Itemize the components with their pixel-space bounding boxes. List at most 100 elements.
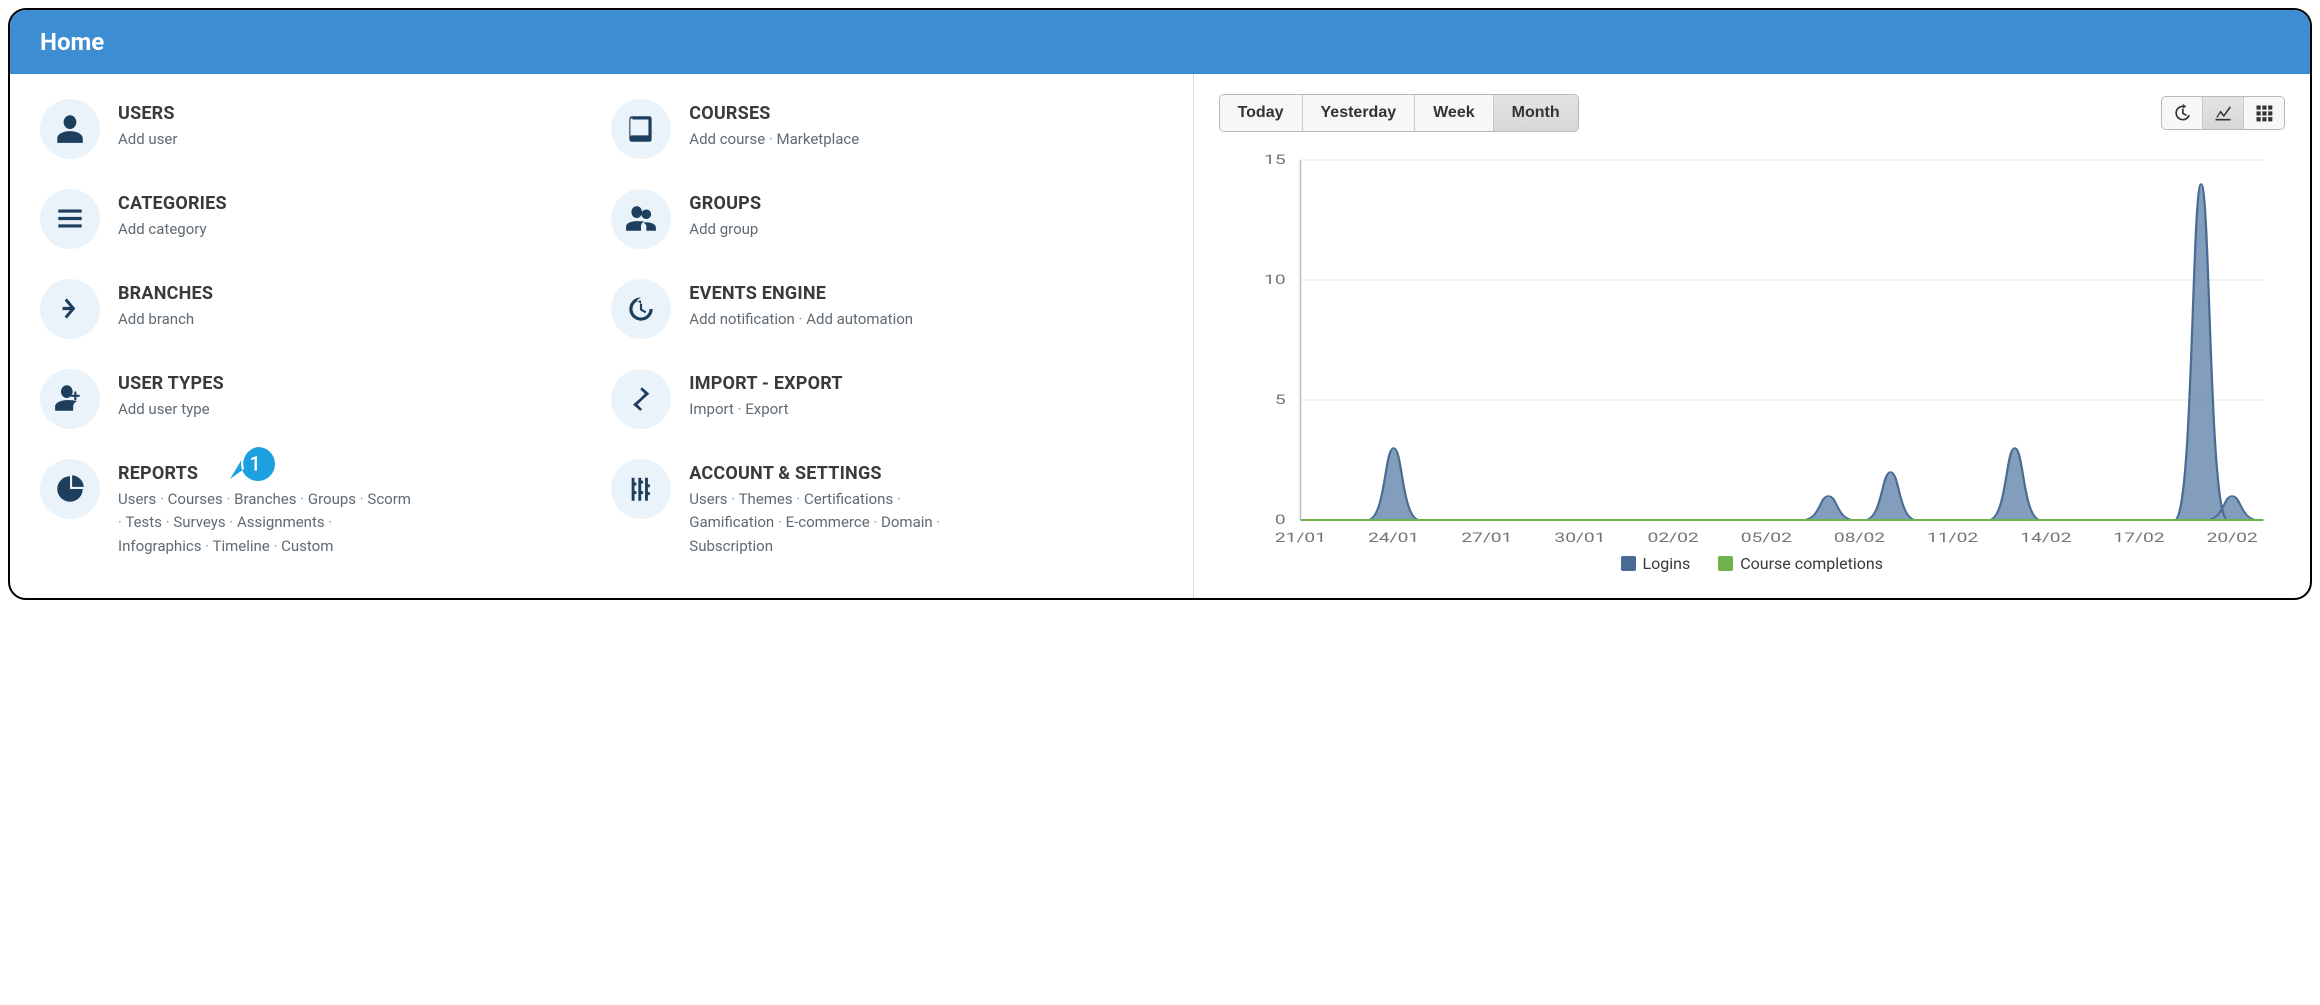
account-icon[interactable] [611,459,671,519]
reports-icon[interactable] [40,459,100,519]
link-reports-3[interactable]: Groups [308,490,356,508]
swatch-completions [1718,556,1733,571]
view-grid-button[interactable] [2244,97,2284,129]
tile-categories: CATEGORIES Add category [40,189,591,249]
svg-text:21/01: 21/01 [1274,531,1325,546]
range-today[interactable]: Today [1220,95,1303,131]
tile-title-events[interactable]: EVENTS ENGINE [689,283,913,304]
legend-label-completions: Course completions [1740,554,1883,573]
tile-links-reports: Users · Courses · Branches · Groups · Sc… [118,488,418,558]
link-reports-4[interactable]: Scorm [367,490,411,508]
link-usertypes-0[interactable]: Add user type [118,400,210,418]
link-events-0[interactable]: Add notification [689,310,795,328]
tile-title-courses[interactable]: COURSES [689,103,859,124]
tile-usertypes: USER TYPES Add user type [40,369,591,429]
range-yesterday[interactable]: Yesterday [1303,95,1416,131]
branches-icon[interactable] [40,279,100,339]
badge-value: 1 [249,452,260,476]
svg-text:14/02: 14/02 [2020,531,2071,546]
link-reports-0[interactable]: Users [118,490,156,508]
tile-title-categories[interactable]: CATEGORIES [118,193,227,214]
link-account-4[interactable]: E-commerce [786,513,870,531]
chart-legend: Logins Course completions [1219,554,2285,573]
svg-text:11/02: 11/02 [1927,531,1978,546]
link-reports-5[interactable]: Tests [125,513,162,531]
usertypes-icon[interactable] [40,369,100,429]
tile-title-importexport[interactable]: IMPORT - EXPORT [689,373,843,394]
link-reports-1[interactable]: Courses [168,490,223,508]
link-groups-0[interactable]: Add group [689,220,758,238]
tile-importexport: IMPORT - EXPORT Import · Export [611,369,1162,429]
link-reports-9[interactable]: Timeline [213,537,270,555]
tile-links-users: Add user [118,128,177,151]
link-account-1[interactable]: Themes [739,490,793,508]
events-icon[interactable] [611,279,671,339]
link-branches-0[interactable]: Add branch [118,310,194,328]
tile-title-branches[interactable]: BRANCHES [118,283,213,304]
tile-links-categories: Add category [118,218,227,241]
link-account-3[interactable]: Gamification [689,513,774,531]
groups-icon[interactable] [611,189,671,249]
view-chart-button[interactable] [2203,97,2244,129]
svg-text:5: 5 [1274,393,1285,408]
tile-links-branches: Add branch [118,308,213,331]
link-reports-10[interactable]: Custom [281,537,333,555]
chart-column: TodayYesterdayWeekMonth 05101521/0124/01… [1194,74,2310,598]
importexport-icon[interactable] [611,369,671,429]
range-week[interactable]: Week [1415,95,1494,131]
tile-reports: REPORTSUsers · Courses · Branches · Grou… [40,459,591,558]
svg-text:05/02: 05/02 [1740,531,1791,546]
link-importexport-0[interactable]: Import [689,400,734,418]
link-reports-2[interactable]: Branches [234,490,296,508]
tile-links-account: Users · Themes · Certifications · Gamifi… [689,488,989,558]
link-reports-8[interactable]: Infographics [118,537,201,555]
link-courses-1[interactable]: Marketplace [777,130,860,148]
users-icon[interactable] [40,99,100,159]
tile-title-account[interactable]: ACCOUNT & SETTINGS [689,463,989,484]
link-account-2[interactable]: Certifications [804,490,893,508]
tile-links-events: Add notification · Add automation [689,308,913,331]
svg-text:27/01: 27/01 [1461,531,1512,546]
link-account-5[interactable]: Domain [881,513,933,531]
categories-icon[interactable] [40,189,100,249]
tile-title-users[interactable]: USERS [118,103,177,124]
link-reports-7[interactable]: Assignments [237,513,325,531]
view-history-button[interactable] [2162,97,2203,129]
legend-logins: Logins [1621,554,1691,573]
chart-svg: 05101521/0124/0127/0130/0102/0205/0208/0… [1219,150,2285,550]
link-reports-6[interactable]: Surveys [173,513,225,531]
tile-links-importexport: Import · Export [689,398,843,421]
page-title: Home [10,10,2310,74]
tile-courses: COURSES Add course · Marketplace [611,99,1162,159]
tile-links-courses: Add course · Marketplace [689,128,859,151]
svg-text:02/02: 02/02 [1647,531,1698,546]
legend-label-logins: Logins [1643,554,1691,573]
svg-text:10: 10 [1264,273,1286,288]
svg-text:08/02: 08/02 [1833,531,1884,546]
link-events-1[interactable]: Add automation [806,310,913,328]
tile-title-usertypes[interactable]: USER TYPES [118,373,224,394]
link-account-0[interactable]: Users [689,490,727,508]
tile-groups: GROUPS Add group [611,189,1162,249]
tile-branches: BRANCHES Add branch [40,279,591,339]
link-users-0[interactable]: Add user [118,130,177,148]
tile-events: EVENTS ENGINE Add notification · Add auto… [611,279,1162,339]
tile-title-groups[interactable]: GROUPS [689,193,761,214]
link-account-6[interactable]: Subscription [689,537,773,555]
link-importexport-1[interactable]: Export [745,400,788,418]
svg-text:20/02: 20/02 [2206,531,2257,546]
view-button-group [2161,96,2285,130]
chart-area: 05101521/0124/0127/0130/0102/0205/0208/0… [1219,150,2285,550]
legend-completions: Course completions [1718,554,1883,573]
range-month[interactable]: Month [1494,95,1578,131]
tile-users: USERS Add user [40,99,591,159]
tile-account: ACCOUNT & SETTINGS Users · Themes · Certi… [611,459,1162,558]
link-courses-0[interactable]: Add course [689,130,765,148]
tile-links-groups: Add group [689,218,761,241]
svg-text:24/01: 24/01 [1368,531,1419,546]
svg-text:17/02: 17/02 [2113,531,2164,546]
link-categories-0[interactable]: Add category [118,220,207,238]
chart-toolbar: TodayYesterdayWeekMonth [1219,94,2285,132]
courses-icon[interactable] [611,99,671,159]
range-button-group: TodayYesterdayWeekMonth [1219,94,1579,132]
